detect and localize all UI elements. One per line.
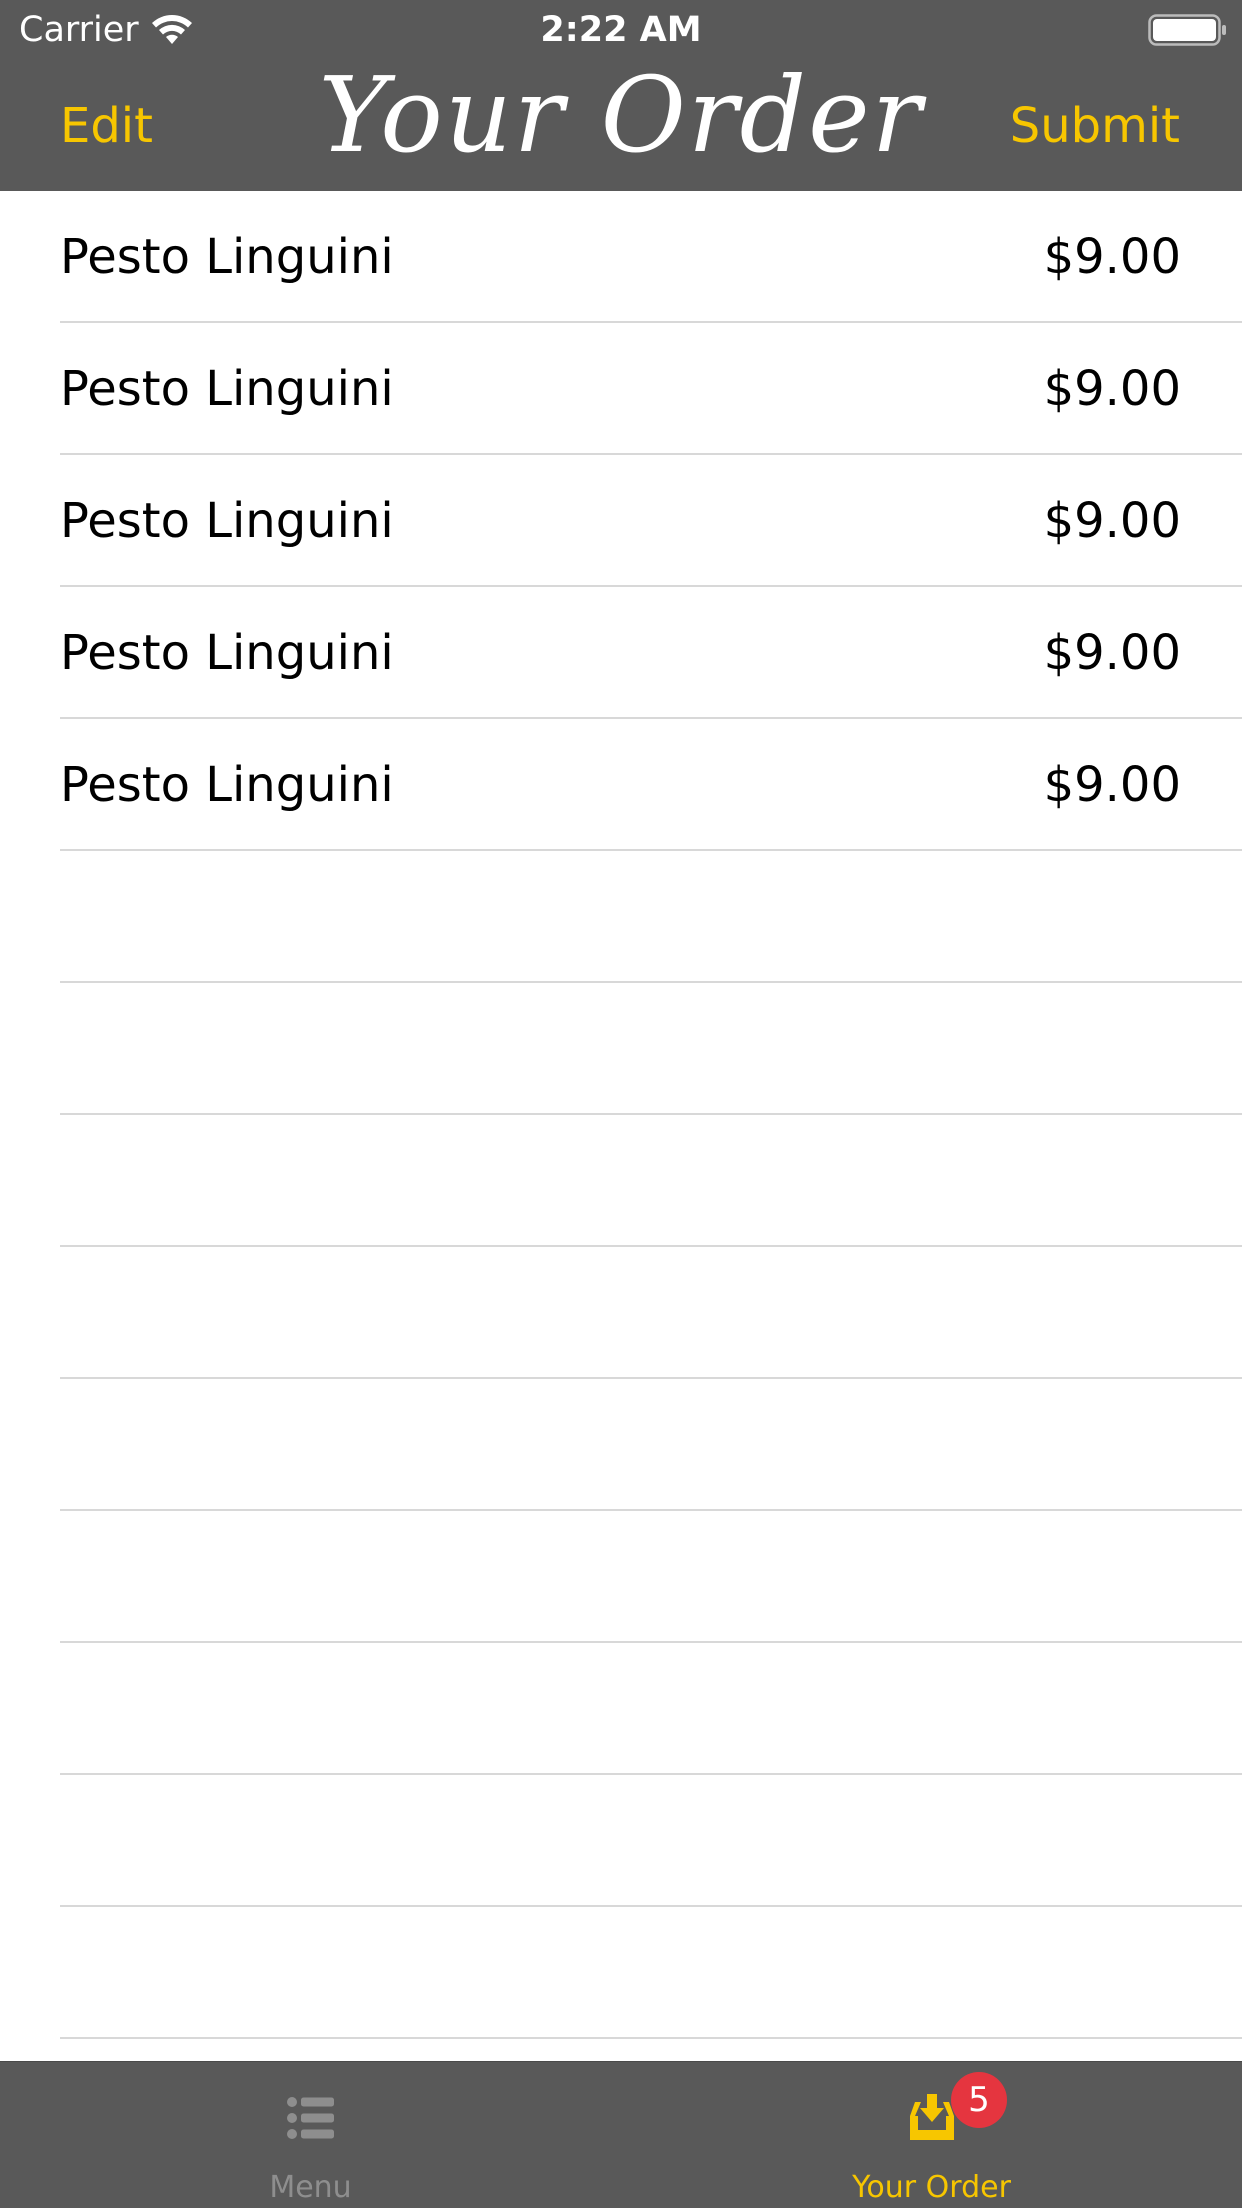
status-carrier: Carrier: [19, 10, 139, 50]
order-item-row[interactable]: Pesto Linguini $9.00: [0, 191, 1242, 323]
order-count-badge: 5: [951, 2072, 1007, 2128]
order-item-price: $9.00: [1043, 229, 1181, 285]
order-item-row[interactable]: Pesto Linguini $9.00: [0, 323, 1242, 455]
tab-menu-label: Menu: [269, 2170, 352, 2205]
tab-your-order[interactable]: 5 Your Order: [621, 2062, 1242, 2208]
tab-bar: Menu 5 Your Order: [0, 2061, 1242, 2208]
order-item-price: $9.00: [1043, 625, 1181, 681]
order-item-name: Pesto Linguini: [60, 625, 394, 681]
empty-table-row: [0, 1511, 1242, 1643]
tab-your-order-label: Your Order: [852, 2170, 1011, 2205]
empty-table-row: [0, 1115, 1242, 1247]
order-screen: Carrier 2:22 AM Edit Your Order Submit P…: [0, 0, 1242, 2208]
order-list[interactable]: Pesto Linguini $9.00 Pesto Linguini $9.00 Pe…: [0, 191, 1242, 2061]
order-item-row[interactable]: Pesto Linguini $9.00: [0, 719, 1242, 851]
order-item-price: $9.00: [1043, 757, 1181, 813]
header: Carrier 2:22 AM Edit Your Order Submit: [0, 0, 1242, 191]
wifi-icon: [152, 15, 192, 44]
empty-table-row: [0, 1907, 1242, 2039]
submit-button[interactable]: Submit: [1010, 96, 1180, 156]
page-title: Your Order: [318, 54, 924, 176]
edit-button[interactable]: Edit: [60, 96, 153, 156]
tab-menu[interactable]: Menu: [0, 2062, 621, 2208]
status-time: 2:22 AM: [540, 10, 702, 50]
order-item-name: Pesto Linguini: [60, 361, 394, 417]
battery-icon: [1148, 14, 1226, 46]
empty-table-row: [0, 1247, 1242, 1379]
order-item-row[interactable]: Pesto Linguini $9.00: [0, 455, 1242, 587]
order-item-price: $9.00: [1043, 493, 1181, 549]
order-item-price: $9.00: [1043, 361, 1181, 417]
list-icon: [286, 2097, 334, 2139]
order-item-name: Pesto Linguini: [60, 493, 394, 549]
empty-table-row: [0, 983, 1242, 1115]
empty-table-row: [0, 1379, 1242, 1511]
empty-table-row: [0, 851, 1242, 983]
empty-table-row: [0, 1643, 1242, 1775]
order-item-name: Pesto Linguini: [60, 757, 394, 813]
order-item-name: Pesto Linguini: [60, 229, 394, 285]
order-tray-icon: [909, 2094, 954, 2140]
order-item-row[interactable]: Pesto Linguini $9.00: [0, 587, 1242, 719]
empty-table-row: [0, 1775, 1242, 1907]
